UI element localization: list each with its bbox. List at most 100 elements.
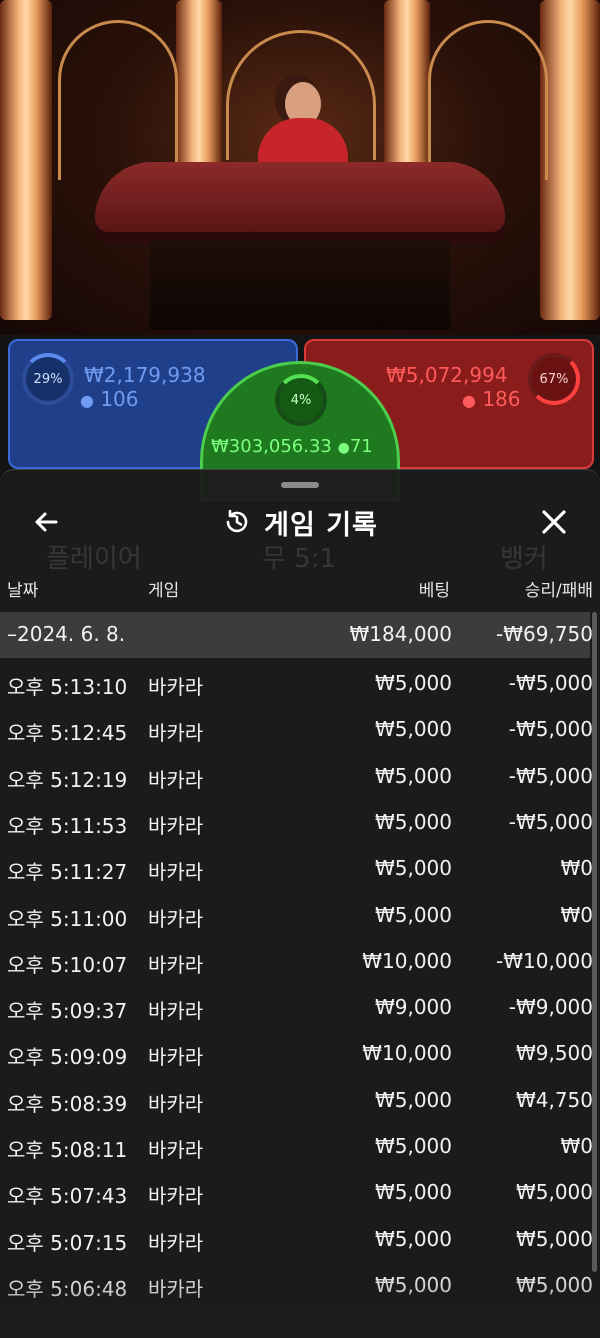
studio-arch — [428, 20, 548, 180]
row-bet: ₩5,000 — [374, 717, 452, 742]
row-bet: ₩5,000 — [374, 1226, 452, 1251]
row-game: 바카라 — [148, 675, 204, 699]
banker-count: ● 186 — [462, 387, 521, 411]
tie-total: ₩303,056.33 ●71 — [211, 436, 373, 457]
betting-area: 29% ₩2,179,938 ● 106 ₩5,072,994 ● 186 67… — [0, 335, 600, 501]
row-bet: ₩9,000 — [374, 995, 452, 1020]
row-game: 바카라 — [148, 813, 204, 838]
row-game: 바카라 — [148, 906, 204, 931]
history-row[interactable]: 오후 5:13:10 바카라 ₩5,000 -₩5,000 — [0, 661, 600, 707]
game-history-sheet: 플레이어 무 5:1 뱅커 게임 기록 날짜 게임 베팅 승리/패배 –2024… — [0, 469, 600, 1338]
row-bet: ₩10,000 — [362, 1041, 452, 1066]
tie-total-amount: ₩303,056.33 — [211, 436, 332, 457]
row-bet: ₩5,000 — [374, 902, 452, 927]
row-game: 바카라 — [148, 1138, 204, 1162]
row-result: ₩0 — [560, 1134, 594, 1158]
history-row[interactable]: 오후 5:11:27 바카라 ₩5,000 ₩0 — [0, 846, 600, 892]
row-time: 오후 5:09:09 — [7, 1045, 128, 1070]
tie-percent-ring: 4% — [275, 374, 327, 426]
row-time: 오후 5:12:45 — [7, 721, 128, 746]
row-time: 오후 5:11:53 — [7, 813, 128, 838]
row-result: -₩5,000 — [508, 763, 593, 788]
row-time: 오후 5:13:10 — [7, 675, 128, 699]
row-result: -₩5,000 — [508, 717, 593, 742]
row-bet: ₩5,000 — [374, 856, 452, 881]
sheet-title: 게임 기록 — [264, 509, 378, 541]
history-row[interactable]: 오후 5:09:09 바카라 ₩10,000 ₩9,500 — [0, 1031, 600, 1077]
row-result: ₩0 — [560, 856, 594, 881]
player-total-amount: ₩2,179,938 — [84, 363, 206, 387]
row-time: 오후 5:09:37 — [7, 999, 128, 1024]
row-time: 오후 5:11:27 — [7, 860, 128, 885]
row-result: -₩5,000 — [508, 809, 593, 834]
row-time: 오후 5:07:15 — [7, 1230, 128, 1255]
scrollbar[interactable] — [592, 612, 597, 1272]
row-bet: ₩5,000 — [374, 1180, 452, 1205]
history-row[interactable]: 오후 5:07:15 바카라 ₩5,000 ₩5,000 — [0, 1217, 600, 1263]
row-game: 바카라 — [148, 1091, 204, 1116]
history-row[interactable]: 오후 5:08:11 바카라 ₩5,000 ₩0 — [0, 1124, 600, 1170]
studio-arch — [58, 20, 178, 180]
row-time: 오후 5:08:11 — [7, 1138, 128, 1162]
row-game: 바카라 — [148, 999, 204, 1024]
person-icon: ● — [80, 391, 94, 410]
row-game: 바카라 — [148, 1184, 204, 1209]
history-row[interactable]: 오후 5:12:45 바카라 ₩5,000 -₩5,000 — [0, 707, 600, 753]
background-label-player: 플레이어 — [46, 544, 142, 574]
history-row[interactable]: 오후 5:07:43 바카라 ₩5,000 ₩5,000 — [0, 1170, 600, 1216]
column-header-date[interactable]: 날짜 — [7, 576, 38, 601]
row-time: 오후 5:11:00 — [7, 906, 128, 931]
column-header-bet[interactable]: 베팅 — [419, 576, 450, 601]
row-result: -₩10,000 — [496, 948, 593, 973]
row-game: 바카라 — [148, 1230, 204, 1255]
row-result: -₩5,000 — [508, 671, 593, 695]
column-header-game[interactable]: 게임 — [148, 576, 179, 601]
banker-percent-ring: 67% — [528, 353, 580, 405]
history-clock-icon — [226, 509, 248, 533]
history-row[interactable]: 오후 5:12:19 바카라 ₩5,000 -₩5,000 — [0, 754, 600, 800]
row-result: ₩0 — [560, 902, 594, 927]
row-result: ₩9,500 — [515, 1041, 593, 1066]
row-game: 바카라 — [148, 952, 204, 977]
row-game: 바카라 — [148, 767, 204, 792]
player-percent: 29% — [33, 371, 63, 387]
row-game: 바카라 — [148, 1045, 204, 1070]
row-result: ₩4,750 — [515, 1087, 593, 1112]
history-row[interactable]: 오후 5:11:00 바카라 ₩5,000 ₩0 — [0, 893, 600, 939]
summary-bet-total: ₩184,000 — [349, 622, 452, 646]
person-icon: ● — [337, 440, 350, 456]
list-fade — [0, 1270, 600, 1338]
banker-percent: 67% — [539, 371, 569, 387]
row-bet: ₩5,000 — [374, 1134, 452, 1158]
row-bet: ₩5,000 — [374, 809, 452, 834]
live-dealer-video — [0, 0, 600, 340]
column-header-result[interactable]: 승리/패배 — [525, 576, 593, 601]
history-row[interactable]: 오후 5:10:07 바카라 ₩10,000 -₩10,000 — [0, 939, 600, 985]
baccarat-table — [95, 162, 505, 232]
row-game: 바카라 — [148, 860, 204, 885]
row-time: 오후 5:10:07 — [7, 952, 128, 977]
history-row[interactable]: 오후 5:08:39 바카라 ₩5,000 ₩4,750 — [0, 1078, 600, 1124]
summary-result-total: -₩69,750 — [496, 622, 593, 646]
player-percent-ring: 29% — [22, 353, 74, 405]
history-row[interactable]: 오후 5:09:37 바카라 ₩9,000 -₩9,000 — [0, 985, 600, 1031]
history-row[interactable]: 오후 5:11:53 바카라 ₩5,000 -₩5,000 — [0, 800, 600, 846]
close-icon — [542, 510, 566, 534]
row-bet: ₩5,000 — [374, 763, 452, 788]
person-icon: ● — [462, 391, 476, 410]
studio-pillar — [540, 0, 600, 320]
date-summary-row[interactable]: –2024. 6. 8. ₩184,000 -₩69,750 — [0, 612, 593, 658]
banker-total-amount: ₩5,072,994 — [386, 363, 508, 387]
drag-handle[interactable] — [281, 482, 319, 488]
row-bet: ₩10,000 — [362, 948, 452, 973]
tie-percent: 4% — [290, 392, 312, 408]
table-base — [150, 240, 450, 330]
row-result: ₩5,000 — [515, 1226, 593, 1251]
row-time: 오후 5:12:19 — [7, 767, 128, 792]
player-count: ● 106 — [80, 387, 139, 411]
row-result: -₩9,000 — [508, 995, 593, 1020]
row-time: 오후 5:07:43 — [7, 1184, 128, 1209]
summary-date: –2024. 6. 8. — [7, 622, 126, 646]
studio-pillar — [0, 0, 52, 320]
close-button[interactable] — [538, 506, 570, 538]
